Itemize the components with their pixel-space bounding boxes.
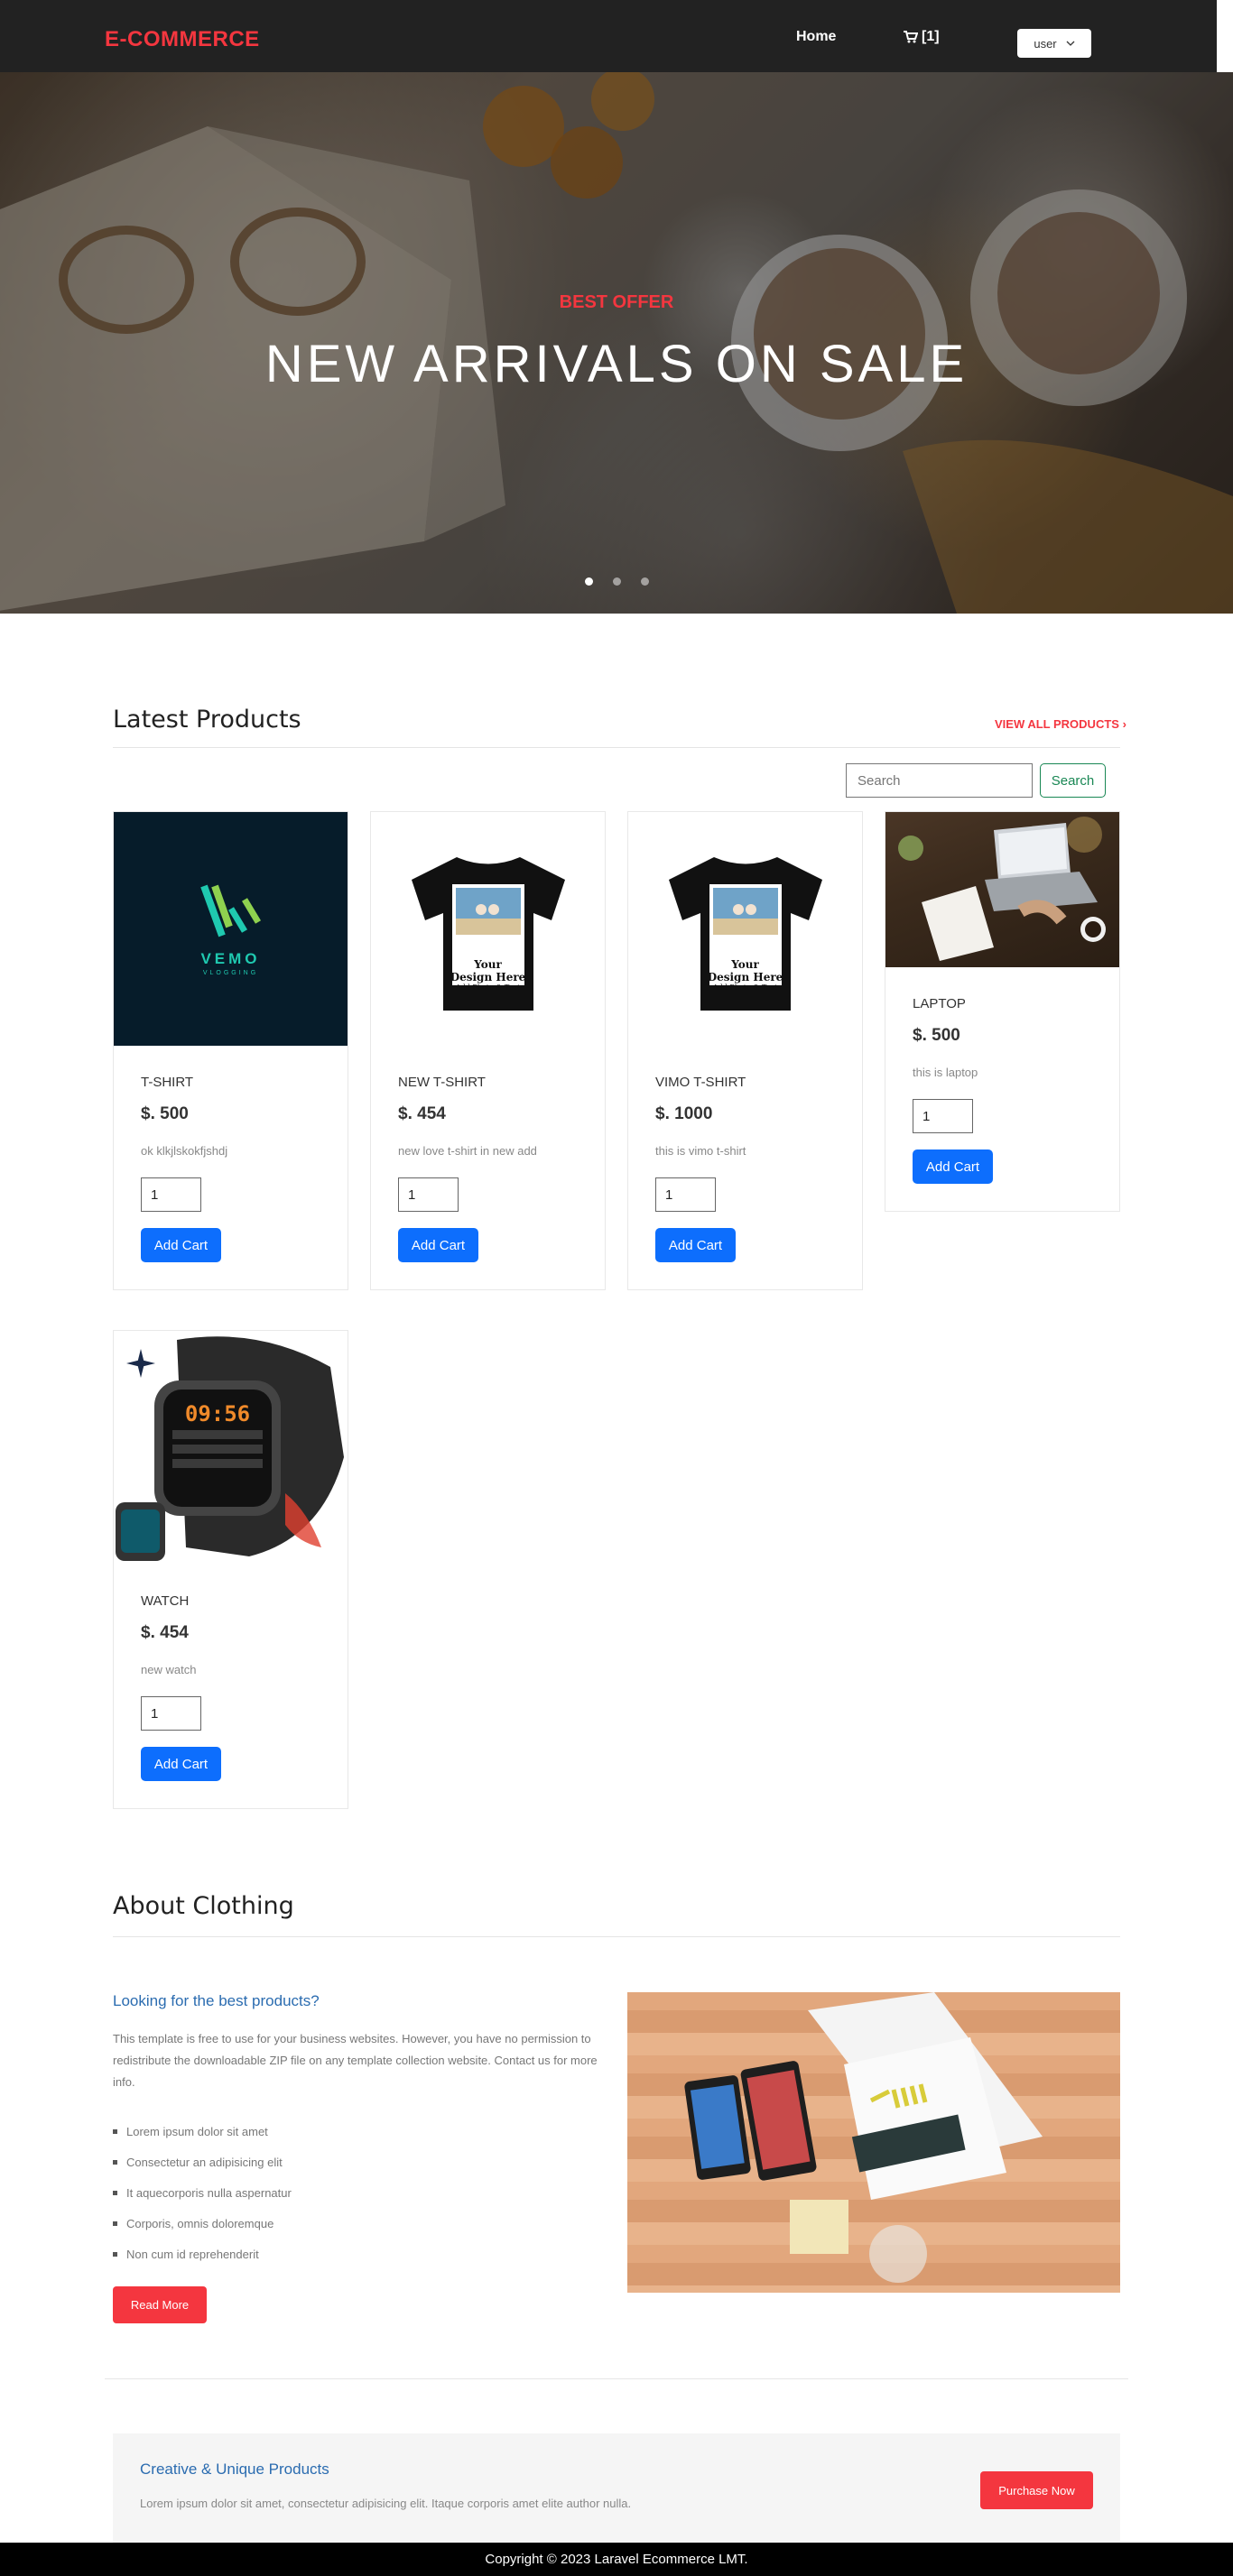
latest-products-title: Latest Products	[113, 706, 301, 734]
quantity-input[interactable]	[141, 1177, 201, 1212]
product-name: NEW T-SHIRT	[398, 1075, 486, 1090]
tshirt-print-text: Your Design Here Add Photo & Text	[628, 958, 862, 992]
product-card: VEMO VLOGGING T-SHIRT $. 500 ok klkjlsko…	[113, 811, 348, 1290]
carousel-dot-2[interactable]	[612, 577, 621, 586]
product-description: new watch	[141, 1663, 197, 1676]
section-divider	[113, 747, 1120, 748]
tshirt-print-line-1: Your	[731, 958, 759, 971]
search-button[interactable]: Search	[1040, 763, 1106, 798]
product-description: new love t-shirt in new add	[398, 1144, 537, 1158]
watch-time-display: 09:56	[185, 1401, 250, 1426]
smartwatch-image: 09:56	[116, 1336, 344, 1561]
list-item: Lorem ipsum dolor sit amet	[113, 2116, 292, 2147]
product-card: 09:56 WATCH $. 454 new watch Add Cart	[113, 1330, 348, 1809]
product-price: $. 454	[398, 1104, 446, 1123]
add-cart-button[interactable]: Add Cart	[141, 1747, 221, 1781]
vemo-logo-icon	[199, 884, 261, 937]
product-price: $. 454	[141, 1623, 189, 1642]
list-item: It aquecorporis nulla aspernatur	[113, 2177, 292, 2208]
tshirt-print-line-2: Design Here	[707, 971, 783, 983]
product-description: ok klkjlskokfjshdj	[141, 1144, 228, 1158]
scrollbar-stub	[1217, 0, 1233, 72]
about-question: Looking for the best products?	[113, 1992, 320, 2009]
product-price: $. 500	[913, 1026, 960, 1045]
navbar: E-COMMERCE Home [1] user	[0, 0, 1217, 72]
product-card: LAPTOP $. 500 this is laptop Add Cart	[885, 811, 1120, 1212]
vemo-brand-text: VEMO	[200, 950, 261, 967]
cart-count: [1]	[922, 29, 940, 44]
read-more-button[interactable]: Read More	[113, 2286, 207, 2323]
product-image-laptop	[885, 812, 1119, 967]
product-description: this is laptop	[913, 1066, 978, 1079]
purchase-now-button[interactable]: Purchase Now	[980, 2471, 1093, 2509]
cta-banner: Creative & Unique Products Lorem ipsum d…	[113, 2433, 1120, 2543]
user-label: user	[1034, 36, 1057, 51]
nav-home-link[interactable]: Home	[796, 29, 836, 45]
view-all-products-link[interactable]: VIEW ALL PRODUCTS ›	[995, 717, 1126, 731]
add-cart-button[interactable]: Add Cart	[141, 1228, 221, 1262]
hero-carousel[interactable]: BEST OFFER NEW ARRIVALS ON SALE	[0, 72, 1233, 614]
add-cart-button[interactable]: Add Cart	[398, 1228, 478, 1262]
copyright-text: Copyright © 2023 Laravel Ecommerce LMT.	[485, 2552, 748, 2567]
add-cart-button[interactable]: Add Cart	[655, 1228, 736, 1262]
tshirt-print-text: Your Design Here Add Photo & Text	[371, 958, 605, 992]
carousel-indicators	[0, 577, 1233, 586]
cta-text: Lorem ipsum dolor sit amet, consectetur …	[140, 2497, 632, 2510]
tshirt-image	[668, 856, 822, 1011]
list-item: Corporis, omnis doloremque	[113, 2208, 292, 2239]
phones-on-desk-image	[684, 1992, 1043, 2283]
about-feature-list: Lorem ipsum dolor sit amet Consectetur a…	[113, 2116, 292, 2269]
footer: Copyright © 2023 Laravel Ecommerce LMT.	[0, 2543, 1233, 2576]
cta-title: Creative & Unique Products	[140, 2461, 329, 2478]
product-description: this is vimo t-shirt	[655, 1144, 746, 1158]
about-image	[627, 1992, 1120, 2293]
product-price: $. 1000	[655, 1104, 713, 1123]
view-all-label: VIEW ALL PRODUCTS	[995, 717, 1119, 731]
product-name: WATCH	[141, 1593, 190, 1609]
list-item: Consectetur an adipisicing elit	[113, 2147, 292, 2177]
brand-logo[interactable]: E-COMMERCE	[105, 27, 260, 52]
quantity-input[interactable]	[913, 1099, 973, 1133]
product-card: Your Design Here Add Photo & Text VIMO T…	[627, 811, 863, 1290]
page-divider	[105, 2378, 1128, 2379]
product-price: $. 500	[141, 1104, 189, 1123]
list-item: Non cum id reprehenderit	[113, 2239, 292, 2269]
about-paragraph: This template is free to use for your bu…	[113, 2032, 598, 2089]
product-image-watch: 09:56	[114, 1331, 348, 1565]
vemo-tagline-text: VLOGGING	[202, 970, 259, 976]
product-image-tshirt: Your Design Here Add Photo & Text	[628, 812, 862, 1046]
quantity-input[interactable]	[141, 1696, 201, 1731]
tshirt-image	[411, 856, 565, 1011]
nav-cart-link[interactable]: [1]	[904, 29, 940, 45]
section-divider	[113, 1936, 1120, 1937]
about-title: About Clothing	[113, 1892, 294, 1920]
product-name: VIMO T-SHIRT	[655, 1075, 746, 1090]
tshirt-print-line-1: Your	[474, 958, 502, 971]
tshirt-print-line-3: Add Photo & Text	[712, 983, 778, 992]
carousel-dot-3[interactable]	[640, 577, 649, 586]
carousel-dot-1[interactable]	[584, 577, 593, 586]
quantity-input[interactable]	[655, 1177, 716, 1212]
hero-title: NEW ARRIVALS ON SALE	[264, 335, 969, 393]
search-input[interactable]	[846, 763, 1033, 798]
laptop-image	[898, 817, 1106, 961]
add-cart-button[interactable]: Add Cart	[913, 1150, 993, 1184]
tshirt-print-line-3: Add Photo & Text	[455, 983, 521, 992]
product-card: Your Design Here Add Photo & Text NEW T-…	[370, 811, 606, 1290]
tshirt-print-line-2: Design Here	[450, 971, 526, 983]
product-image-tshirt: Your Design Here Add Photo & Text	[371, 812, 605, 1046]
product-image-vemo: VEMO VLOGGING	[114, 812, 348, 1046]
cart-icon	[904, 31, 918, 43]
product-name: T-SHIRT	[141, 1075, 194, 1090]
quantity-input[interactable]	[398, 1177, 459, 1212]
user-dropdown[interactable]: user	[1017, 29, 1091, 58]
hero-subtitle: BEST OFFER	[559, 292, 674, 312]
chevron-down-icon	[1066, 41, 1075, 46]
product-name: LAPTOP	[913, 996, 966, 1011]
